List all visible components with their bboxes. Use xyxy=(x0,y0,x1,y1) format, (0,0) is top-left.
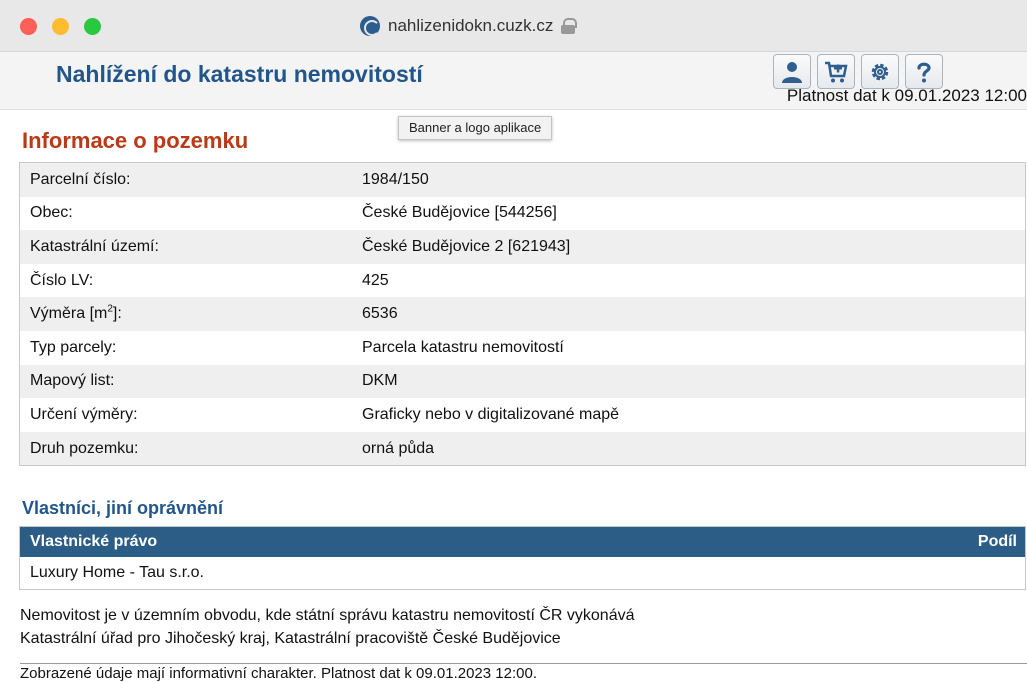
row-value: České Budějovice [544256] xyxy=(362,204,557,222)
settings-icon xyxy=(871,63,889,80)
row-value: 1984/150 xyxy=(362,170,429,188)
row-value: 6536 xyxy=(362,305,398,323)
row-value: Parcela katastru nemovitostí xyxy=(362,338,564,356)
table-row: Výměra [m2]: 6536 xyxy=(20,297,1025,331)
row-label: Výměra [m2]: xyxy=(20,304,362,323)
section-heading-owners: Vlastníci, jiní oprávnění xyxy=(22,498,224,518)
cart-button[interactable] xyxy=(817,54,855,89)
header-toolbar xyxy=(773,54,943,89)
label-text: Výměra [m xyxy=(30,305,108,323)
app-title[interactable]: Nahlížení do katastru nemovitostí xyxy=(56,60,423,88)
table-row: Mapový list: DKM xyxy=(20,364,1025,399)
help-icon xyxy=(917,62,931,82)
user-icon xyxy=(782,61,802,83)
data-validity: Platnost dat k 09.01.2023 12:00 xyxy=(786,86,1027,105)
section-heading-info: Informace o pozemku xyxy=(22,128,249,153)
app-header: Nahlížení do katastru nemovitostí Platno… xyxy=(0,52,1027,110)
jurisdiction-note: Nemovitost je v územním obvodu, kde stát… xyxy=(20,604,1020,650)
row-value: 425 xyxy=(362,271,389,289)
owner-name: Luxury Home - Tau s.r.o. xyxy=(30,564,204,581)
tooltip: Banner a logo aplikace xyxy=(398,116,553,140)
parcel-details-table: Parcelní číslo: 1984/150 Obec: České Bud… xyxy=(19,162,1026,467)
row-value: orná půda xyxy=(362,439,435,457)
row-label: Mapový list: xyxy=(30,372,115,390)
close-window-button[interactable] xyxy=(20,18,37,35)
row-label: Typ parcely: xyxy=(30,338,117,356)
owners-table: Vlastnické právo Podíl Luxury Home - Tau… xyxy=(19,526,1026,590)
browser-titlebar: nahlizenidokn.cuzk.cz xyxy=(0,0,1027,52)
lock-icon xyxy=(561,18,578,34)
footer-divider xyxy=(20,663,1027,664)
label-text-end: ]: xyxy=(112,305,122,323)
row-label: Určení výměry: xyxy=(30,405,138,423)
table-row: Typ parcely: Parcela katastru nemovitost… xyxy=(20,330,1025,365)
table-row: Obec: České Budějovice [544256] xyxy=(20,196,1025,231)
address-bar[interactable]: nahlizenidokn.cuzk.cz xyxy=(360,14,578,38)
row-value: Graficky nebo v digitalizované mapě xyxy=(362,405,620,423)
user-button[interactable] xyxy=(773,54,811,89)
owners-table-header: Vlastnické právo Podíl xyxy=(20,527,1025,557)
site-favicon-icon xyxy=(360,16,380,36)
row-label: Parcelní číslo: xyxy=(30,170,131,188)
row-value: DKM xyxy=(362,372,398,390)
table-row: Určení výměry: Graficky nebo v digitaliz… xyxy=(20,398,1025,432)
row-label: Číslo LV: xyxy=(30,271,94,289)
table-row: Druh pozemku: orná půda xyxy=(20,431,1025,466)
minimize-window-button[interactable] xyxy=(52,18,69,35)
row-label: Obec: xyxy=(30,204,73,222)
table-row: Číslo LV: 425 xyxy=(20,263,1025,298)
row-label: Katastrální území: xyxy=(30,237,159,255)
column-header-ownership: Vlastnické právo xyxy=(30,533,158,550)
note-line: Katastrální úřad pro Jihočeský kraj, Kat… xyxy=(20,630,561,647)
column-header-share: Podíl xyxy=(977,533,1017,550)
maximize-window-button[interactable] xyxy=(84,18,101,35)
footer-disclaimer: Zobrazené údaje mají informativní charak… xyxy=(20,665,537,682)
url-text: nahlizenidokn.cuzk.cz xyxy=(388,16,554,35)
row-value: České Budějovice 2 [621943] xyxy=(362,237,571,255)
table-row: Parcelní číslo: 1984/150 xyxy=(20,163,1025,197)
table-row: Katastrální území: České Budějovice 2 [6… xyxy=(20,230,1025,264)
note-line: Nemovitost je v územním obvodu, kde stát… xyxy=(20,607,635,624)
help-button[interactable] xyxy=(905,54,943,89)
table-row: Luxury Home - Tau s.r.o. xyxy=(20,557,1025,589)
cart-icon xyxy=(825,61,848,82)
row-label: Druh pozemku: xyxy=(30,439,139,457)
settings-button[interactable] xyxy=(861,54,899,89)
